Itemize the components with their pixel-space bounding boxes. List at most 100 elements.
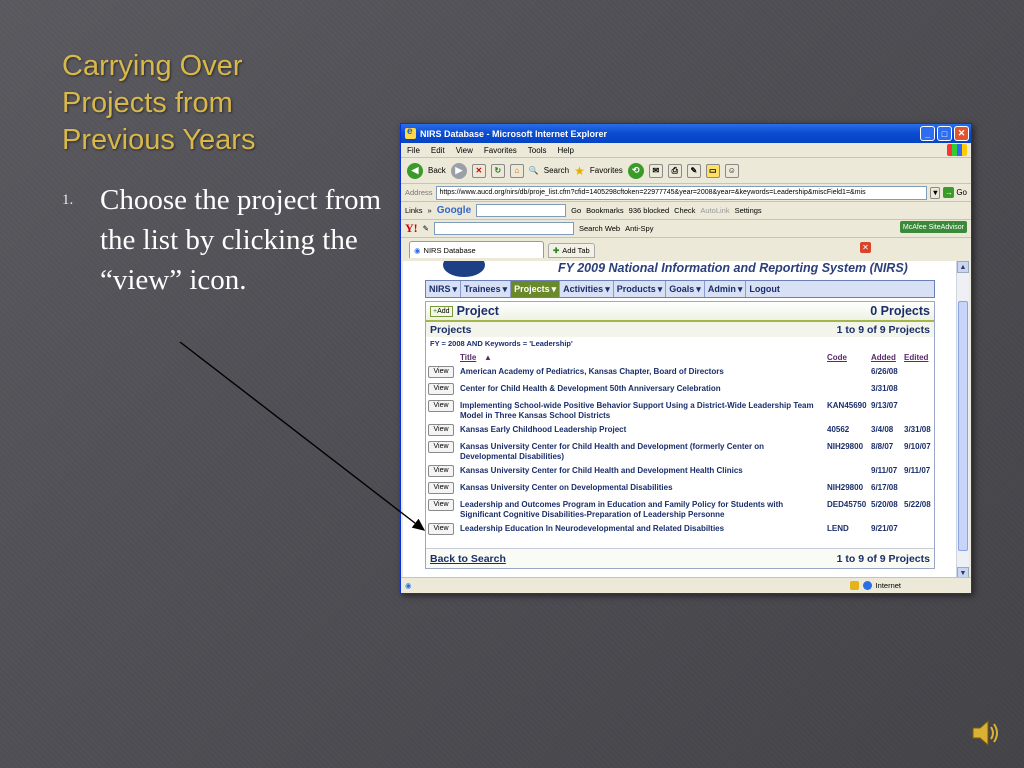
projects-subheader: Projects 1 to 9 of 9 Projects xyxy=(426,322,934,337)
view-button[interactable]: View xyxy=(428,482,454,494)
projects-subtitle: Projects xyxy=(430,323,472,336)
home-icon[interactable]: ⌂ xyxy=(509,163,524,178)
project-code: DED45750 xyxy=(827,500,867,509)
tab-nirs-database[interactable]: ◉ NIRS Database xyxy=(409,241,544,258)
project-edited-date: 5/22/08 xyxy=(904,500,931,509)
mcafee-siteadvisor-button[interactable]: McAfee SiteAdvisor xyxy=(899,221,967,233)
project-edited-date: 3/31/08 xyxy=(904,425,931,434)
google-go-button[interactable]: Go xyxy=(571,206,581,215)
caret-down-icon: ▾ xyxy=(502,283,508,294)
messenger-icon[interactable]: ☺ xyxy=(724,163,739,178)
speaker-icon[interactable] xyxy=(970,716,1000,750)
bookmarks-button[interactable]: Bookmarks xyxy=(586,206,624,215)
menu-view[interactable]: View xyxy=(456,146,473,155)
bullet-number: 1. xyxy=(62,192,74,208)
back-arrow-icon[interactable]: ◀ xyxy=(407,162,423,179)
view-button[interactable]: View xyxy=(428,465,454,477)
minimize-button[interactable]: _ xyxy=(920,126,935,141)
back-button[interactable]: Back xyxy=(428,166,446,175)
nav-admin[interactable]: Admin ▾ xyxy=(705,281,747,297)
table-row: View Kansas Early Childhood Leadership Pr… xyxy=(426,423,934,440)
close-tab-icon[interactable]: ✕ xyxy=(860,242,871,253)
col-edited-header[interactable]: Edited xyxy=(904,353,928,362)
nav-trainees[interactable]: Trainees ▾ xyxy=(461,281,512,297)
google-search-input[interactable] xyxy=(476,204,567,217)
project-edited-date: 9/11/07 xyxy=(904,466,931,475)
col-code-header[interactable]: Code xyxy=(827,353,847,362)
nav-activities[interactable]: Activities ▾ xyxy=(560,281,614,297)
pencil-icon[interactable]: ✎ xyxy=(423,224,429,233)
edit-icon[interactable]: ✎ xyxy=(686,163,701,178)
autolink-button[interactable]: AutoLink xyxy=(700,206,729,215)
col-added-header[interactable]: Added xyxy=(871,353,896,362)
col-title-header[interactable]: Title xyxy=(460,353,476,362)
search-web-button[interactable]: Search Web xyxy=(579,224,620,233)
menu-help[interactable]: Help xyxy=(557,146,573,155)
footer-range: 1 to 9 of 9 Projects xyxy=(836,552,930,565)
standard-toolbar: ◀ Back ▶ ✕ ↻ ⌂ 🔍 Search ★ Favorites ⟲ ✉ … xyxy=(401,158,971,184)
view-button[interactable]: View xyxy=(428,424,454,436)
yahoo-toolbar: Y! ✎ Search Web Anti-Spy xyxy=(401,220,971,238)
nav-projects[interactable]: Projects ▾ xyxy=(511,281,561,297)
folder-icon[interactable]: ▭ xyxy=(705,163,720,178)
nav-label: Trainees xyxy=(464,284,501,294)
menu-file[interactable]: File xyxy=(407,146,420,155)
project-added-date: 9/13/07 xyxy=(871,401,898,410)
popup-blocked-button[interactable]: 936 blocked xyxy=(629,206,669,215)
maximize-button[interactable]: □ xyxy=(937,126,952,141)
mail-icon[interactable]: ✉ xyxy=(648,163,663,178)
menu-edit[interactable]: Edit xyxy=(431,146,445,155)
spell-check-button[interactable]: Check xyxy=(674,206,695,215)
view-button[interactable]: View xyxy=(428,383,454,395)
search-icon[interactable]: 🔍 xyxy=(529,166,539,175)
favorites-button[interactable]: Favorites xyxy=(590,166,623,175)
nav-label: NIRS xyxy=(429,284,451,294)
nav-goals[interactable]: Goals ▾ xyxy=(666,281,705,297)
back-to-search-link[interactable]: Back to Search xyxy=(430,553,506,565)
project-list: View American Academy of Pediatrics, Kans… xyxy=(426,365,934,539)
favorites-star-icon[interactable]: ★ xyxy=(574,164,585,178)
ie-icon xyxy=(405,126,416,139)
menu-tools[interactable]: Tools xyxy=(528,146,547,155)
menu-favorites[interactable]: Favorites xyxy=(484,146,517,155)
nav-logout[interactable]: Logout xyxy=(746,281,783,297)
sort-up-icon[interactable]: ▲ xyxy=(484,353,492,362)
history-icon[interactable]: ⟲ xyxy=(627,162,644,179)
address-input[interactable]: https://www.aucd.org/nirs/db/proje_list.… xyxy=(435,185,928,200)
project-added-date: 6/17/08 xyxy=(871,483,898,492)
tab-favicon-icon: ◉ xyxy=(414,245,421,255)
add-project-button[interactable]: +Add xyxy=(430,305,453,317)
view-button[interactable]: View xyxy=(428,441,454,453)
print-icon[interactable]: ⎙ xyxy=(667,163,682,178)
window-titlebar[interactable]: NIRS Database - Microsoft Internet Explo… xyxy=(401,124,971,143)
yahoo-logo[interactable]: Y! xyxy=(405,221,418,236)
view-button[interactable]: View xyxy=(428,499,454,511)
address-dropdown-icon[interactable]: ▾ xyxy=(930,186,941,199)
caret-down-icon: ▾ xyxy=(696,283,701,294)
project-count: 0 Projects xyxy=(870,304,930,318)
go-button[interactable]: → Go xyxy=(943,187,971,198)
scroll-up-icon[interactable]: ▲ xyxy=(957,261,969,273)
view-button[interactable]: View xyxy=(428,523,454,535)
stop-icon[interactable]: ✕ xyxy=(471,163,486,178)
yahoo-search-input[interactable] xyxy=(433,222,574,235)
close-button[interactable]: ✕ xyxy=(954,126,969,141)
settings-button[interactable]: Settings xyxy=(735,206,762,215)
address-bar: Address https://www.aucd.org/nirs/db/pro… xyxy=(401,184,971,202)
caret-down-icon: ▾ xyxy=(452,283,458,294)
vertical-scrollbar[interactable]: ▲ ▼ xyxy=(956,261,969,579)
scroll-thumb[interactable] xyxy=(958,301,968,551)
forward-arrow-icon[interactable]: ▶ xyxy=(450,162,467,179)
add-tab-button[interactable]: ✚ Add Tab xyxy=(548,243,595,258)
refresh-icon[interactable]: ↻ xyxy=(490,163,505,178)
links-label[interactable]: Links xyxy=(405,206,423,215)
antispy-button[interactable]: Anti-Spy xyxy=(625,224,653,233)
nav-nirs[interactable]: NIRS ▾ xyxy=(426,281,462,297)
search-button[interactable]: Search xyxy=(544,166,569,175)
caret-down-icon: ▾ xyxy=(551,283,557,294)
project-title: Kansas University Center for Child Healt… xyxy=(460,466,743,475)
view-button[interactable]: View xyxy=(428,400,454,412)
view-button[interactable]: View xyxy=(428,366,454,378)
tab-bar: McAfee SiteAdvisor ◉ NIRS Database ✚ Add… xyxy=(401,221,971,258)
nav-products[interactable]: Products ▾ xyxy=(614,281,667,297)
